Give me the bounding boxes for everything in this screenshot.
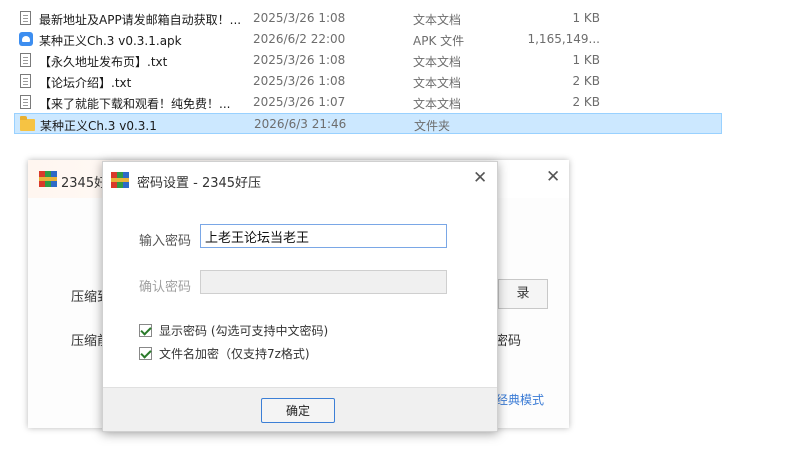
file-date: 2025/3/26 1:07	[253, 95, 346, 109]
file-date: 2026/6/3 21:46	[254, 117, 347, 131]
encrypt-filenames-checkbox[interactable]	[139, 346, 152, 360]
close-icon[interactable]: ✕	[546, 169, 560, 186]
file-size: 1,165,149...	[527, 32, 600, 46]
text-file-icon	[19, 94, 33, 110]
file-name: 某种正义Ch.3 v0.3.1	[40, 119, 157, 133]
file-type: 文本文档	[413, 76, 462, 90]
file-name: 【论坛介绍】.txt	[39, 76, 132, 90]
file-row[interactable]: 【永久地址发布页】.txt 2025/3/26 1:08 文本文档 1 KB	[14, 50, 722, 71]
file-type: 文本文档	[413, 55, 462, 69]
file-type: 文本文档	[413, 97, 462, 111]
file-date: 2025/3/26 1:08	[253, 74, 346, 88]
file-size: 1 KB	[572, 53, 600, 67]
file-row[interactable]: 【来了就能下载和观看！纯免费！... 2025/3/26 1:07 文本文档 2…	[14, 92, 722, 113]
file-name: 【来了就能下载和观看！纯免费！...	[39, 97, 231, 111]
ok-button[interactable]: 确定	[261, 398, 335, 423]
confirm-password-label: 确认密码	[139, 280, 192, 295]
password-input[interactable]	[200, 224, 447, 248]
folder-icon	[20, 116, 35, 132]
file-row[interactable]: 【论坛介绍】.txt 2025/3/26 1:08 文本文档 2 KB	[14, 71, 722, 92]
file-size: 1 KB	[572, 11, 600, 25]
show-password-option[interactable]: 显示密码 (勾选可支持中文密码)	[139, 322, 328, 338]
classic-mode-link[interactable]: 经典模式	[496, 391, 544, 408]
text-file-icon	[19, 73, 33, 89]
dialog-footer: 确定	[103, 387, 497, 431]
encrypt-filenames-label: 文件名加密（仅支持7z格式)	[159, 346, 310, 361]
file-name: 最新地址及APP请发邮箱自动获取！...	[39, 13, 242, 27]
file-type: 文件夹	[414, 119, 451, 133]
file-row[interactable]: 某种正义Ch.3 v0.3.1.apk 2026/6/2 22:00 APK 文…	[14, 29, 722, 50]
file-row[interactable]: 最新地址及APP请发邮箱自动获取！... 2025/3/26 1:08 文本文档…	[14, 8, 722, 29]
file-date: 2025/3/26 1:08	[253, 53, 346, 67]
file-row-selected[interactable]: 某种正义Ch.3 v0.3.1 2026/6/3 21:46 文件夹	[14, 113, 722, 134]
encrypt-filenames-option[interactable]: 文件名加密（仅支持7z格式)	[139, 345, 310, 361]
close-icon[interactable]: ✕	[473, 170, 487, 187]
file-type: 文本文档	[413, 13, 462, 27]
password-dialog: 密码设置 - 2345好压 ✕ 输入密码 确认密码 显示密码 (勾选可支持中文密…	[102, 161, 498, 432]
app-logo-icon	[39, 171, 57, 187]
file-date: 2026/6/2 22:00	[253, 32, 346, 46]
file-name: 某种正义Ch.3 v0.3.1.apk	[39, 34, 182, 48]
file-size: 2 KB	[572, 74, 600, 88]
password-label: 输入密码	[139, 234, 192, 249]
file-type: APK 文件	[413, 34, 465, 48]
file-date: 2025/3/26 1:08	[253, 11, 346, 25]
show-password-label: 显示密码 (勾选可支持中文密码)	[159, 323, 329, 338]
compress-window-title: 2345好	[61, 176, 108, 191]
file-name: 【永久地址发布页】.txt	[39, 55, 168, 69]
dialog-title: 密码设置 - 2345好压	[137, 176, 262, 191]
app-logo-icon	[111, 172, 129, 188]
confirm-password-input[interactable]	[200, 270, 447, 294]
text-file-icon	[19, 10, 33, 26]
show-password-checkbox[interactable]	[139, 323, 152, 337]
apk-file-icon	[19, 31, 33, 47]
text-file-icon	[19, 52, 33, 68]
password-text: 密码	[495, 334, 522, 349]
file-size: 2 KB	[572, 95, 600, 109]
browse-button[interactable]: 录	[498, 279, 548, 309]
